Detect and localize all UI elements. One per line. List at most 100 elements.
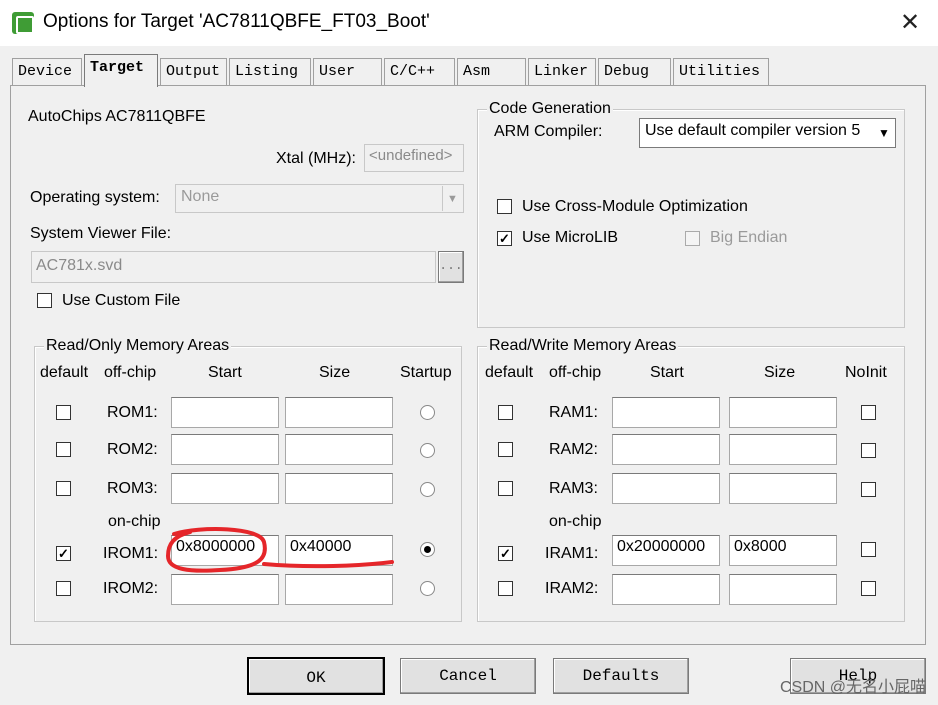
defaults-button[interactable]: Defaults bbox=[553, 658, 689, 694]
tab-device[interactable]: Device bbox=[12, 58, 82, 85]
iram2-noinit-checkbox[interactable] bbox=[861, 581, 876, 596]
tab-cc[interactable]: C/C++ bbox=[384, 58, 455, 85]
compiler-label: ARM Compiler: bbox=[494, 123, 603, 140]
iram1-default-checkbox[interactable]: ✓ bbox=[498, 546, 513, 561]
ram2-size-field[interactable] bbox=[729, 434, 837, 465]
cancel-button[interactable]: Cancel bbox=[400, 658, 536, 694]
ram1-start-field[interactable] bbox=[612, 397, 720, 428]
ram2-noinit-checkbox[interactable] bbox=[861, 443, 876, 458]
window-title: Options for Target 'AC7811QBFE_FT03_Boot… bbox=[43, 11, 430, 32]
iram2-label: IRAM2: bbox=[545, 580, 599, 597]
iram1-label: IRAM1: bbox=[545, 545, 599, 562]
irom1-default-checkbox[interactable]: ✓ bbox=[56, 546, 71, 561]
ram2-default-checkbox[interactable] bbox=[498, 442, 513, 457]
ram3-start-field[interactable] bbox=[612, 473, 720, 504]
iram2-default-checkbox[interactable] bbox=[498, 581, 513, 596]
ro-header-startup: Startup bbox=[400, 364, 452, 381]
code-generation-title: Code Generation bbox=[487, 100, 613, 118]
watermark: CSDN @无名小屁喵 bbox=[779, 679, 926, 696]
rom2-label: ROM2: bbox=[107, 441, 158, 458]
xtal-field[interactable]: <undefined> bbox=[364, 144, 464, 172]
iram2-start-field[interactable] bbox=[612, 574, 720, 605]
compiler-select[interactable]: Use default compiler version 5 ▼ bbox=[639, 118, 896, 148]
ram1-default-checkbox[interactable] bbox=[498, 405, 513, 420]
chevron-down-icon: ▼ bbox=[442, 186, 462, 211]
ram1-label: RAM1: bbox=[549, 404, 598, 421]
ok-button[interactable]: OK bbox=[247, 657, 385, 695]
microlib-checkbox[interactable]: ✓ bbox=[497, 231, 512, 246]
close-icon[interactable]: ✕ bbox=[890, 6, 930, 40]
irom1-startup-radio[interactable] bbox=[420, 542, 435, 557]
irom2-label: IROM2: bbox=[103, 580, 159, 597]
rom1-start-field[interactable] bbox=[171, 397, 279, 428]
rom3-size-field[interactable] bbox=[285, 473, 393, 504]
rw-header-default: default bbox=[485, 364, 534, 381]
irom2-startup-radio[interactable] bbox=[420, 581, 435, 596]
ro-header-default: default bbox=[40, 364, 89, 381]
iram1-noinit-checkbox[interactable] bbox=[861, 542, 876, 557]
xtal-label: Xtal (MHz): bbox=[276, 150, 356, 167]
ram3-size-field[interactable] bbox=[729, 473, 837, 504]
rom3-default-checkbox[interactable] bbox=[56, 481, 71, 496]
red-annotation-scribble bbox=[165, 527, 394, 573]
ro-header-start: Start bbox=[208, 364, 242, 381]
irom2-default-checkbox[interactable] bbox=[56, 581, 71, 596]
ro-header-size: Size bbox=[319, 364, 351, 381]
tab-linker[interactable]: Linker bbox=[528, 58, 596, 85]
rom3-start-field[interactable] bbox=[171, 473, 279, 504]
svd-browse-button[interactable]: ... bbox=[438, 251, 464, 283]
rw-memory-title: Read/Write Memory Areas bbox=[487, 337, 679, 355]
ram2-start-field[interactable] bbox=[612, 434, 720, 465]
microlib-label: Use MicroLIB bbox=[522, 229, 619, 246]
cross-module-checkbox[interactable] bbox=[497, 199, 512, 214]
chevron-down-icon: ▼ bbox=[874, 120, 894, 146]
tab-listing[interactable]: Listing bbox=[229, 58, 311, 85]
ram3-default-checkbox[interactable] bbox=[498, 481, 513, 496]
tab-output[interactable]: Output bbox=[160, 58, 227, 85]
os-label: Operating system: bbox=[30, 189, 160, 206]
iram1-start-field[interactable]: 0x20000000 bbox=[612, 535, 720, 566]
custom-file-label: Use Custom File bbox=[62, 292, 181, 309]
rw-header-noinit: NoInit bbox=[845, 364, 887, 381]
custom-file-checkbox[interactable] bbox=[37, 293, 52, 308]
tab-asm[interactable]: Asm bbox=[457, 58, 526, 85]
tab-target[interactable]: Target bbox=[84, 54, 158, 87]
rom2-size-field[interactable] bbox=[285, 434, 393, 465]
tab-utilities[interactable]: Utilities bbox=[673, 58, 769, 85]
tab-user[interactable]: User bbox=[313, 58, 382, 85]
iram1-size-field[interactable]: 0x8000 bbox=[729, 535, 837, 566]
os-value: None bbox=[181, 188, 220, 205]
device-name: AutoChips AC7811QBFE bbox=[28, 108, 206, 125]
rom1-startup-radio[interactable] bbox=[420, 405, 435, 420]
big-endian-label: Big Endian bbox=[710, 229, 788, 246]
rom3-label: ROM3: bbox=[107, 480, 158, 497]
os-select[interactable]: None ▼ bbox=[175, 184, 464, 213]
ro-header-offchip: off-chip bbox=[104, 364, 157, 381]
rw-header-offchip: off-chip bbox=[549, 364, 602, 381]
ram1-size-field[interactable] bbox=[729, 397, 837, 428]
rw-onchip-label: on-chip bbox=[549, 513, 602, 530]
ro-onchip-label: on-chip bbox=[108, 513, 161, 530]
keil-app-icon bbox=[12, 12, 34, 34]
big-endian-checkbox[interactable] bbox=[685, 231, 700, 246]
title-bar: Options for Target 'AC7811QBFE_FT03_Boot… bbox=[0, 0, 938, 46]
rom1-size-field[interactable] bbox=[285, 397, 393, 428]
iram2-size-field[interactable] bbox=[729, 574, 837, 605]
ram2-label: RAM2: bbox=[549, 441, 598, 458]
rw-header-start: Start bbox=[650, 364, 684, 381]
rom3-startup-radio[interactable] bbox=[420, 482, 435, 497]
tab-debug[interactable]: Debug bbox=[598, 58, 671, 85]
rom2-start-field[interactable] bbox=[171, 434, 279, 465]
ram3-noinit-checkbox[interactable] bbox=[861, 482, 876, 497]
irom1-label: IROM1: bbox=[103, 545, 159, 562]
compiler-value: Use default compiler version 5 bbox=[645, 122, 861, 139]
ram1-noinit-checkbox[interactable] bbox=[861, 405, 876, 420]
cross-module-label: Use Cross-Module Optimization bbox=[522, 198, 748, 215]
ram3-label: RAM3: bbox=[549, 480, 598, 497]
rom1-default-checkbox[interactable] bbox=[56, 405, 71, 420]
rom2-default-checkbox[interactable] bbox=[56, 442, 71, 457]
svd-field[interactable]: AC781x.svd bbox=[31, 251, 436, 283]
svd-label: System Viewer File: bbox=[30, 225, 172, 242]
rom2-startup-radio[interactable] bbox=[420, 443, 435, 458]
rom1-label: ROM1: bbox=[107, 404, 158, 421]
